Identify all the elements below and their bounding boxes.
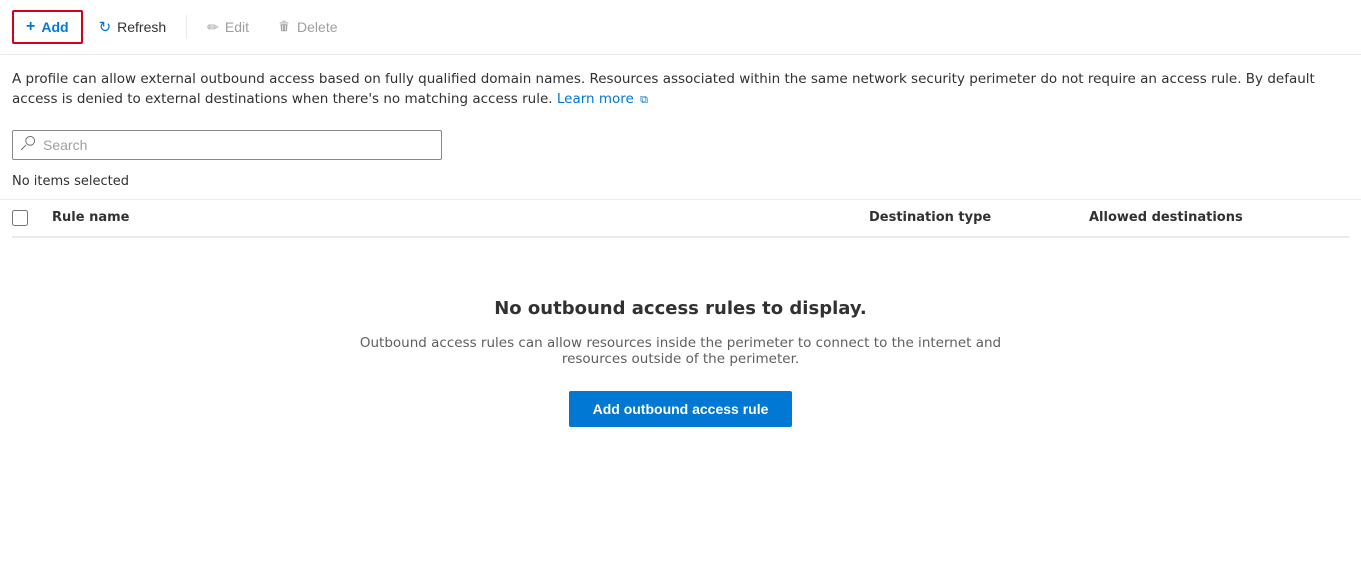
add-button[interactable]: + Add <box>12 10 83 44</box>
select-all-checkbox-cell <box>12 210 52 226</box>
add-icon: + <box>26 18 35 36</box>
description-text: A profile can allow external outbound ac… <box>12 71 1315 107</box>
edit-button[interactable]: ✏ Edit <box>195 13 261 42</box>
empty-state-description: Outbound access rules can allow resource… <box>331 335 1031 367</box>
search-input[interactable] <box>43 137 433 153</box>
toolbar: + Add ↻ Refresh ✏ Edit Delete <box>0 0 1361 55</box>
refresh-button[interactable]: ↻ Refresh <box>87 12 179 42</box>
destination-type-header: Destination type <box>869 210 1089 225</box>
learn-more-link[interactable]: Learn more ⧉ <box>557 91 648 107</box>
delete-button[interactable]: Delete <box>265 13 349 42</box>
search-box <box>12 130 442 160</box>
table-header: Rule name Destination type Allowed desti… <box>12 200 1349 238</box>
delete-icon <box>277 19 291 36</box>
table-container: Rule name Destination type Allowed desti… <box>0 199 1361 467</box>
add-outbound-rule-label: Add outbound access rule <box>593 401 769 417</box>
toolbar-divider <box>186 15 187 39</box>
selection-status: No items selected <box>0 170 1361 199</box>
edit-button-label: Edit <box>225 19 249 35</box>
empty-state-title: No outbound access rules to display. <box>494 298 867 319</box>
selection-status-text: No items selected <box>12 174 129 189</box>
empty-state: No outbound access rules to display. Out… <box>12 238 1349 467</box>
learn-more-label: Learn more <box>557 91 634 107</box>
add-outbound-rule-button[interactable]: Add outbound access rule <box>569 391 793 427</box>
delete-button-label: Delete <box>297 19 337 35</box>
external-link-icon: ⧉ <box>640 93 648 106</box>
edit-icon: ✏ <box>207 19 219 36</box>
refresh-icon: ↻ <box>99 18 112 36</box>
rule-name-header: Rule name <box>52 210 869 225</box>
search-icon <box>21 136 35 154</box>
allowed-destinations-header: Allowed destinations <box>1089 210 1349 225</box>
add-button-label: Add <box>41 19 68 35</box>
refresh-button-label: Refresh <box>117 19 166 35</box>
description-area: A profile can allow external outbound ac… <box>0 55 1340 120</box>
select-all-checkbox[interactable] <box>12 210 28 226</box>
search-area <box>0 120 1361 170</box>
